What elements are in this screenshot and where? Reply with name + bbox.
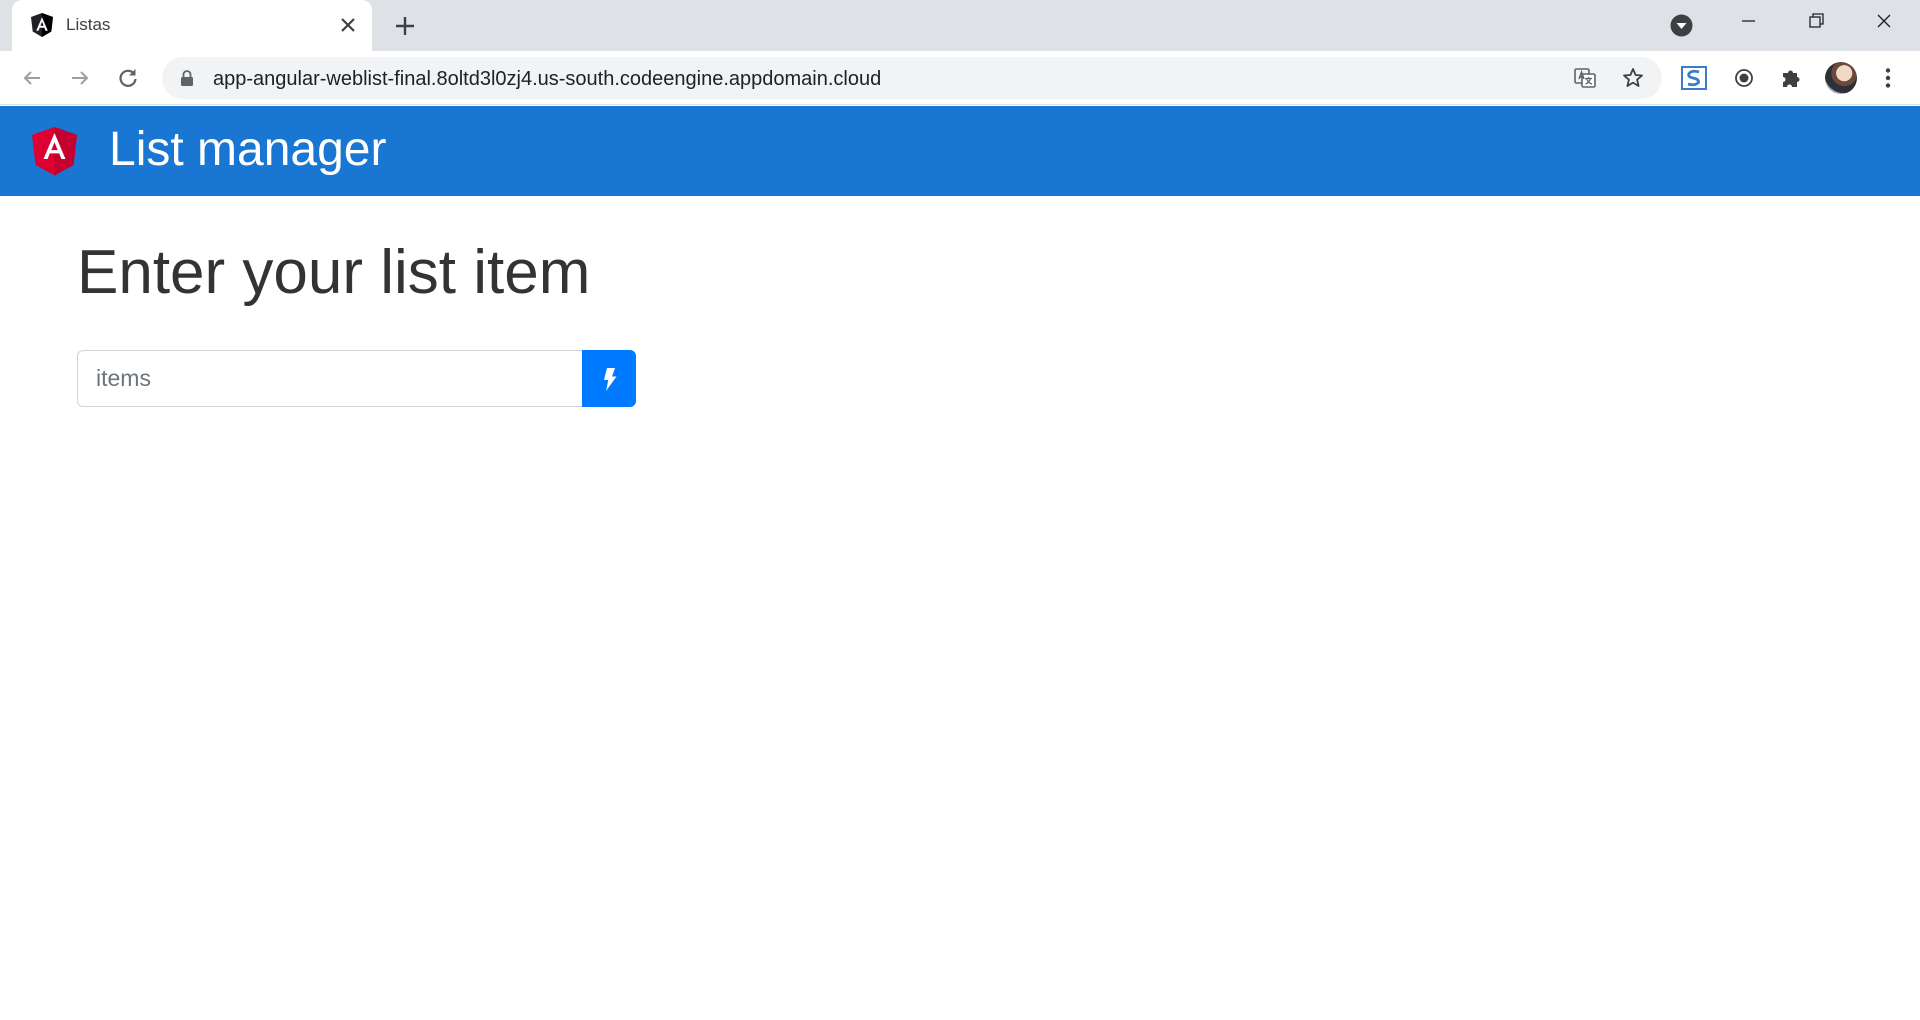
tab-search-icon[interactable]	[1668, 12, 1695, 39]
angular-logo-icon	[32, 127, 77, 176]
tab-listas[interactable]: Listas	[12, 0, 372, 51]
back-icon[interactable]	[18, 64, 46, 92]
url-text[interactable]: app-angular-weblist-final.8oltd3l0zj4.us…	[213, 68, 881, 91]
extension-s-icon[interactable]	[1680, 64, 1708, 92]
avatar[interactable]	[1825, 62, 1857, 94]
bolt-icon	[604, 368, 617, 391]
address-bar[interactable]: app-angular-weblist-final.8oltd3l0zj4.us…	[162, 57, 1662, 99]
tab-strip: Listas	[0, 0, 1920, 51]
forward-icon[interactable]	[66, 64, 94, 92]
item-input-group	[77, 350, 636, 407]
puzzle-icon[interactable]	[1778, 64, 1806, 92]
reload-icon[interactable]	[114, 64, 142, 92]
tab-title: Listas	[66, 15, 111, 34]
close-icon[interactable]	[338, 15, 358, 35]
browser-toolbar: app-angular-weblist-final.8oltd3l0zj4.us…	[0, 51, 1920, 105]
app-header: List manager	[0, 106, 1920, 196]
record-icon[interactable]	[1730, 64, 1758, 92]
app-title: List manager	[109, 123, 387, 176]
restore-icon[interactable]	[1782, 0, 1850, 44]
window-close-icon[interactable]	[1850, 0, 1918, 44]
new-tab-icon[interactable]	[392, 13, 418, 39]
add-item-button[interactable]	[582, 350, 636, 407]
item-input[interactable]	[77, 350, 583, 407]
star-icon[interactable]	[1621, 66, 1645, 90]
translate-icon[interactable]	[1573, 66, 1597, 90]
more-icon[interactable]	[1874, 64, 1902, 92]
lock-icon[interactable]	[179, 69, 195, 87]
angular-favicon-icon	[31, 13, 53, 37]
minimize-icon[interactable]	[1714, 0, 1782, 44]
page-title: Enter your list item	[77, 238, 591, 307]
